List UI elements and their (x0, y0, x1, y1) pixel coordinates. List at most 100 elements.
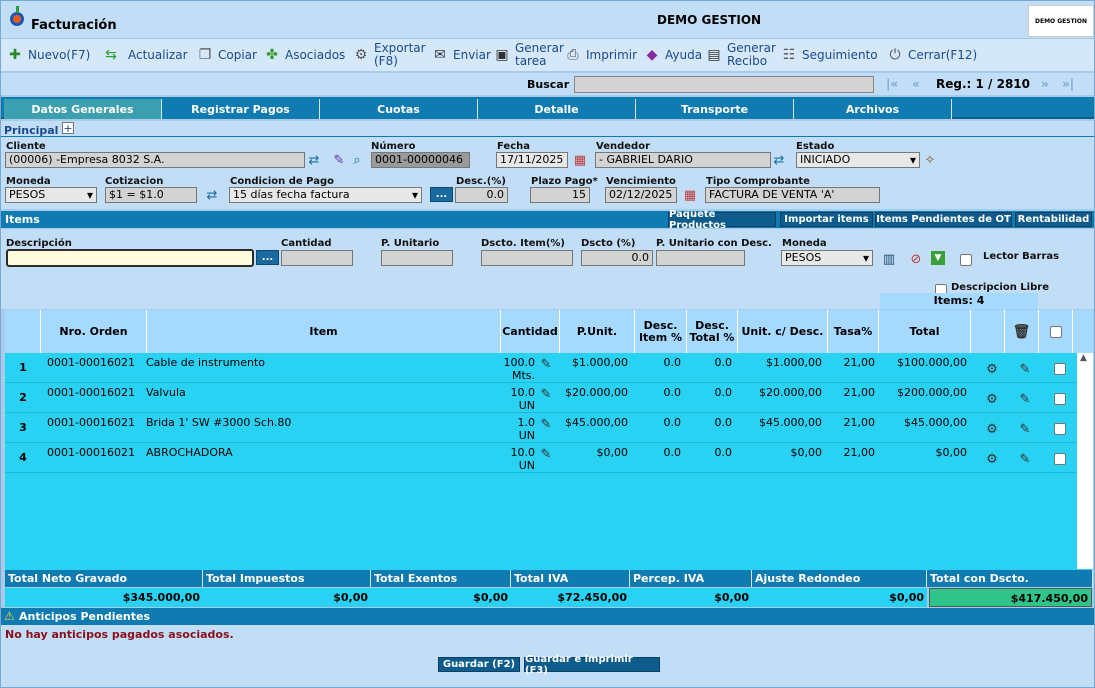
help-button[interactable]: ◆ Ayuda (643, 39, 702, 71)
dscto-input[interactable]: 0.0 (581, 250, 653, 266)
cotizacion-field[interactable]: $1 = $1.0 (105, 187, 197, 203)
row-item: Valvula (146, 386, 186, 399)
row-settings-icon[interactable]: ⚙ (984, 391, 1000, 407)
row-checkbox[interactable] (1054, 393, 1066, 405)
condicion-select[interactable]: 15 días fecha factura (229, 187, 422, 203)
items-bar: Items Paquete Productos Importar items I… (1, 209, 1094, 231)
punit-desc-input[interactable] (656, 250, 745, 266)
grid-header-item: Item (147, 310, 501, 353)
table-row[interactable]: 4 0001-00016021 ABROCHADORA 10.0 UN ✎ $0… (5, 443, 1077, 473)
row-checkbox[interactable] (1054, 363, 1066, 375)
tab-datos-generales[interactable]: Datos Generales (4, 99, 162, 119)
row-index: 4 (19, 451, 27, 464)
tab-registrar-pagos[interactable]: Registrar Pagos (162, 99, 320, 119)
dscto-item-label: Dscto. Item(%) (481, 238, 565, 249)
row-edit-icon[interactable]: ✎ (1017, 391, 1033, 407)
row-settings-icon[interactable]: ⚙ (984, 451, 1000, 467)
save-print-button[interactable]: Guardar e imprimir (F3) (524, 654, 660, 676)
total-impuestos-value: $0,00 (203, 588, 371, 607)
descripcion-input[interactable] (6, 249, 254, 267)
table-row[interactable]: 3 0001-00016021 Brida 1' SW #3000 Sch.80… (5, 413, 1077, 443)
tab-transporte[interactable]: Transporte (636, 99, 794, 119)
save-button[interactable]: Guardar (F2) (438, 657, 520, 672)
task-button[interactable]: ▣ Generar tarea (493, 39, 564, 71)
receipt-button[interactable]: ▤ Generar Recibo (705, 39, 777, 71)
down-arrow-icon[interactable]: ▼ (931, 251, 945, 265)
row-checkbox[interactable] (1054, 423, 1066, 435)
row-edit-icon[interactable]: ✎ (1017, 361, 1033, 377)
cantidad-input[interactable] (281, 250, 353, 266)
last-record-button[interactable]: »| (1062, 77, 1074, 91)
vendor-lookup-icon[interactable]: ⇄ (771, 152, 787, 168)
grid-scrollbar[interactable]: ▲ (1077, 353, 1093, 569)
row-checkbox[interactable] (1054, 453, 1066, 465)
row-settings-icon[interactable]: ⚙ (984, 361, 1000, 377)
plazo-field[interactable]: 15 (530, 187, 590, 203)
tracking-button[interactable]: ☷ Seguimiento (780, 39, 878, 71)
print-button[interactable]: ⎙ Imprimir (564, 39, 637, 71)
vendedor-field[interactable]: - GABRIEL DARIO (595, 152, 771, 168)
scroll-up-icon[interactable]: ▲ (1080, 353, 1087, 363)
edit-qty-icon[interactable]: ✎ (538, 416, 554, 432)
edit-qty-icon[interactable]: ✎ (538, 446, 554, 462)
associates-button[interactable]: ✤ Asociados (263, 39, 345, 71)
fecha-field[interactable]: 17/11/2025 (496, 152, 568, 168)
expand-icon[interactable]: + (62, 122, 74, 135)
dscto-item-input[interactable] (481, 250, 573, 266)
row-edit-icon[interactable]: ✎ (1017, 421, 1033, 437)
row-edit-icon[interactable]: ✎ (1017, 451, 1033, 467)
prev-record-button[interactable]: « (912, 77, 920, 91)
total-impuestos-label: Total Impuestos (203, 570, 371, 587)
vencimiento-field[interactable]: 02/12/2025 (605, 187, 677, 203)
send-button[interactable]: ✉ Enviar (431, 39, 491, 71)
trash-icon[interactable]: 🗑 (1013, 325, 1031, 339)
cancel-item-icon[interactable]: ⊘ (908, 251, 924, 267)
edit-qty-icon[interactable]: ✎ (538, 356, 554, 372)
refresh-button[interactable]: ⇆ Actualizar (98, 39, 187, 71)
first-record-button[interactable]: |« (886, 77, 898, 91)
row-tasa: 21,00 (843, 356, 876, 369)
exchange-icon[interactable]: ⇄ (204, 187, 220, 203)
lector-barras-checkbox[interactable] (960, 254, 972, 266)
importar-items-button[interactable]: Importar items (780, 212, 873, 227)
items-pendientes-button[interactable]: Items Pendientes de OT (875, 212, 1012, 227)
client-search-icon[interactable]: ⌕ (349, 152, 365, 168)
table-row[interactable]: 2 0001-00016021 Valvula 10.0 UN ✎ $20.00… (5, 383, 1077, 413)
desc-field[interactable]: 0.0 (455, 187, 508, 203)
next-record-button[interactable]: » (1041, 77, 1049, 91)
row-settings-icon[interactable]: ⚙ (984, 421, 1000, 437)
condicion-more-button[interactable]: ... (430, 187, 453, 202)
copy-icon: ❐ (198, 46, 212, 63)
tab-detalle[interactable]: Detalle (478, 99, 636, 119)
paquete-productos-button[interactable]: Paquete Productos (668, 209, 776, 231)
client-edit-icon[interactable]: ✎ (331, 152, 347, 168)
total-exentos-label: Total Exentos (371, 570, 511, 587)
tracking-icon: ☷ (782, 46, 796, 63)
tab-archivos[interactable]: Archivos (794, 99, 952, 119)
estado-select[interactable]: INICIADO (796, 152, 920, 168)
client-lookup-icon[interactable]: ⇄ (306, 152, 322, 168)
tab-cuotas[interactable]: Cuotas (320, 99, 478, 119)
search-input[interactable] (574, 76, 874, 93)
calendar-icon[interactable]: ▦ (682, 187, 698, 203)
copy-button[interactable]: ❐ Copiar (196, 39, 257, 71)
status-icon[interactable]: ✧ (922, 152, 938, 168)
rentabilidad-button[interactable]: Rentabilidad (1015, 212, 1092, 227)
item-moneda-select[interactable]: PESOS (781, 250, 873, 266)
edit-qty-icon[interactable]: ✎ (538, 386, 554, 402)
export-button[interactable]: ⚙ Exportar (F8) (352, 39, 428, 71)
punit-input[interactable] (381, 250, 453, 266)
table-row[interactable]: 1 0001-00016021 Cable de instrumento 100… (5, 353, 1077, 383)
moneda-select[interactable]: PESOS (5, 187, 97, 203)
save-item-icon[interactable]: ▥ (881, 251, 897, 267)
select-all-checkbox[interactable] (1049, 325, 1062, 338)
moneda-label: Moneda (6, 176, 51, 187)
percep-iva-value: $0,00 (630, 588, 752, 607)
cliente-field[interactable]: (00006) -Empresa 8032 S.A. (5, 152, 305, 168)
calendar-icon[interactable]: ▦ (572, 152, 588, 168)
new-button[interactable]: ✚ Nuevo(F7) (6, 39, 90, 71)
close-button[interactable]: ⏻ Cerrar(F12) (886, 39, 977, 71)
descripcion-more-button[interactable]: ... (256, 250, 279, 265)
principal-section: Principal + Cliente (00006) -Empresa 803… (1, 121, 1094, 209)
total-iva-label: Total IVA (511, 570, 630, 587)
